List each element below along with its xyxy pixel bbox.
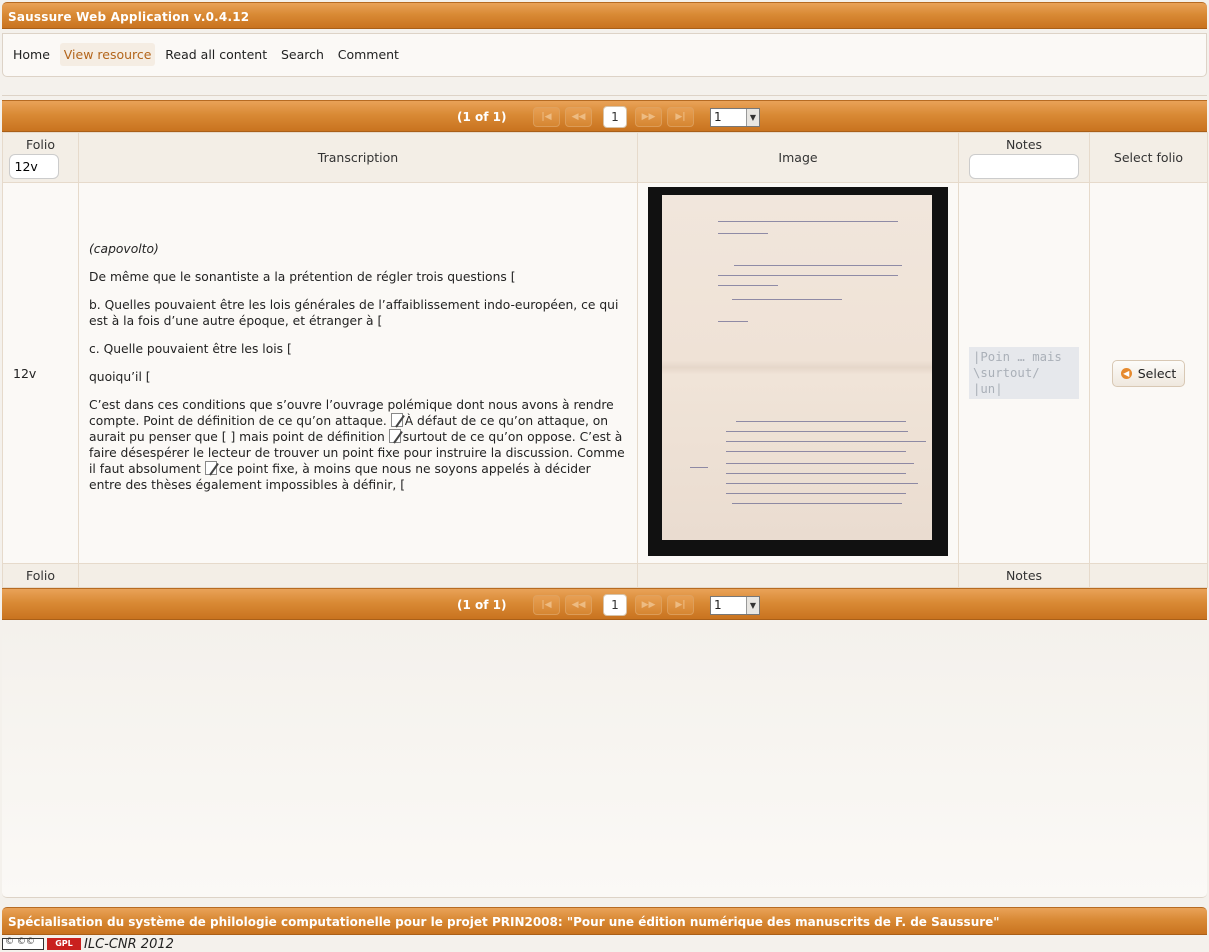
rows-per-page-select[interactable]: 1 ▼: [710, 596, 760, 615]
manuscript-image[interactable]: [648, 187, 948, 556]
rows-per-page-value: 1: [714, 598, 722, 612]
folio-cell: 12v: [2, 182, 79, 564]
main-menu: Home View resource Read all content Sear…: [2, 33, 1207, 77]
image-cell: [637, 182, 959, 564]
last-page-icon[interactable]: ▶|: [667, 107, 694, 127]
content-area: [2, 623, 1207, 898]
notes-cell: |Poin … mais \surtout/ |un|: [958, 182, 1090, 564]
previous-page-icon[interactable]: ◀◀: [565, 595, 592, 615]
menu-view-resource[interactable]: View resource: [59, 43, 156, 66]
note-line: \surtout/: [973, 366, 1040, 380]
transcription-note: (capovolto): [89, 242, 159, 256]
previous-page-icon[interactable]: ◀◀: [565, 107, 592, 127]
next-page-icon[interactable]: ▶▶: [635, 107, 662, 127]
table-row[interactable]: 12v (capovolto) De même que le sonantist…: [2, 182, 1208, 564]
manuscript-page: [662, 195, 932, 540]
header-transcription[interactable]: Transcription: [78, 132, 638, 183]
paginator-bottom: (1 of 1) |◀ ◀◀ 1 ▶▶ ▶| 1 ▼: [2, 588, 1207, 620]
header-image[interactable]: Image: [637, 132, 959, 183]
footer-notes: Notes: [958, 563, 1090, 588]
header-notes: Notes: [958, 132, 1090, 183]
page-number-button[interactable]: 1: [603, 106, 627, 128]
first-page-icon[interactable]: |◀: [533, 595, 560, 615]
app-title-bar: Saussure Web Application v.0.4.12: [2, 2, 1207, 29]
menu-comment[interactable]: Comment: [334, 43, 403, 66]
creative-commons-icon[interactable]: [2, 937, 44, 950]
footer-image: [637, 563, 959, 588]
transcription-line: c. Quelle pouvaient être les lois [: [89, 342, 292, 356]
gpl-icon[interactable]: GPL: [47, 938, 81, 950]
edit-note-icon[interactable]: [388, 429, 401, 443]
edit-note-icon[interactable]: [390, 413, 403, 427]
menu-home[interactable]: Home: [9, 43, 54, 66]
menu-read-all-content[interactable]: Read all content: [161, 43, 271, 66]
page-number-button[interactable]: 1: [603, 594, 627, 616]
credit-text: ILC-CNR 2012: [84, 936, 174, 952]
transcription-cell: (capovolto) De même que le sonantiste a …: [78, 182, 638, 564]
chevron-down-icon: ▼: [746, 109, 759, 126]
menu-search[interactable]: Search: [277, 43, 328, 66]
arrow-left-circle-icon: ◀: [1120, 367, 1132, 379]
select-folio-button[interactable]: ◀ Select: [1111, 359, 1186, 387]
header-folio-label: Folio: [26, 136, 55, 152]
footer-text: Spécialisation du système de philologie …: [8, 915, 1000, 929]
note-line: |un|: [973, 382, 1003, 396]
edit-note-icon[interactable]: [204, 461, 217, 475]
transcription-paragraph: C’est dans ces conditions que s’ouvre l’…: [89, 397, 627, 493]
select-button-label: Select: [1137, 365, 1177, 381]
divider: [2, 95, 1207, 97]
header-select-folio: Select folio: [1089, 132, 1208, 183]
header-notes-label: Notes: [1005, 136, 1043, 152]
rows-per-page-value: 1: [714, 110, 722, 124]
transcription-line: De même que le sonantiste a la prétentio…: [89, 270, 516, 284]
transcription-line: b. Quelles pouvaient être les lois génér…: [89, 298, 619, 328]
chevron-down-icon: ▼: [746, 597, 759, 614]
select-cell: ◀ Select: [1089, 182, 1208, 564]
page-count: (1 of 1): [457, 598, 507, 612]
footer-bar: Spécialisation du système de philologie …: [2, 907, 1207, 935]
next-page-icon[interactable]: ▶▶: [635, 595, 662, 615]
app-title: Saussure Web Application v.0.4.12: [8, 10, 250, 24]
folio-datatable: (1 of 1) |◀ ◀◀ 1 ▶▶ ▶| 1 ▼ Folio Transcr…: [2, 100, 1208, 620]
header-folio: Folio: [2, 132, 79, 183]
credits: GPL ILC-CNR 2012: [2, 936, 174, 952]
notes-filter-input[interactable]: [969, 153, 1079, 179]
folio-filter-input[interactable]: [8, 153, 59, 179]
paginator-top: (1 of 1) |◀ ◀◀ 1 ▶▶ ▶| 1 ▼: [2, 100, 1207, 132]
folio-table: Folio Transcription Image Notes Select f…: [2, 132, 1208, 588]
transcription-line: quoiqu’il [: [89, 370, 151, 384]
footer-folio: Folio: [2, 563, 79, 588]
rows-per-page-select[interactable]: 1 ▼: [710, 108, 760, 127]
notes-content: |Poin … mais \surtout/ |un|: [969, 347, 1079, 399]
first-page-icon[interactable]: |◀: [533, 107, 560, 127]
page-count: (1 of 1): [457, 110, 507, 124]
last-page-icon[interactable]: ▶|: [667, 595, 694, 615]
footer-select: [1089, 563, 1208, 588]
note-line: |Poin … mais: [973, 350, 1062, 364]
footer-transcription: [78, 563, 638, 588]
